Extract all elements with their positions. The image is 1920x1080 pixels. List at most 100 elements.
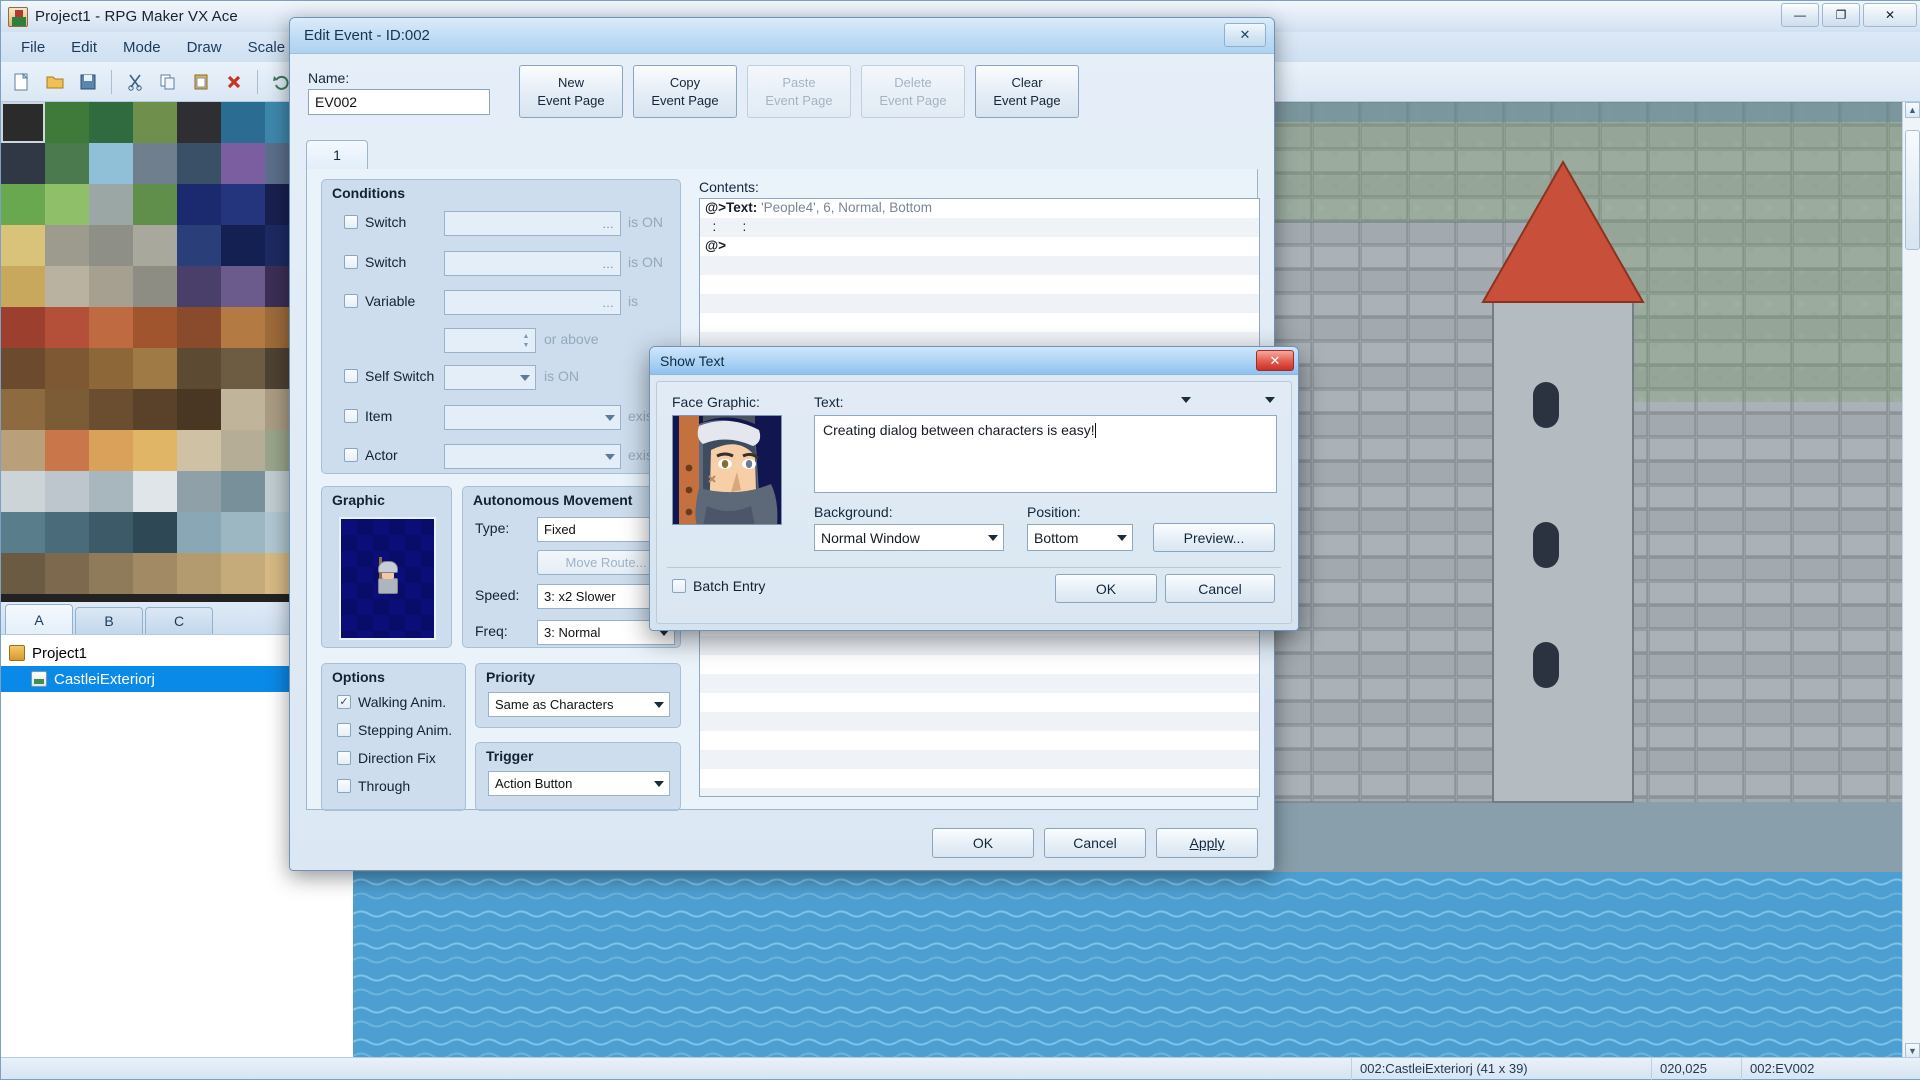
- tileset-tab-b[interactable]: B: [75, 607, 143, 634]
- tile[interactable]: [221, 471, 265, 512]
- tile[interactable]: [221, 225, 265, 266]
- tile[interactable]: [177, 553, 221, 594]
- tile[interactable]: [1, 512, 45, 553]
- close-button[interactable]: ✕: [1863, 3, 1917, 27]
- contents-line-empty[interactable]: [700, 712, 1259, 731]
- tile[interactable]: [133, 184, 177, 225]
- map-vertical-scrollbar[interactable]: ▲ ▼: [1902, 102, 1920, 1059]
- tile[interactable]: [45, 143, 89, 184]
- open-icon[interactable]: [40, 67, 70, 97]
- preview-button[interactable]: Preview...: [1153, 523, 1275, 552]
- contents-line-empty[interactable]: [700, 655, 1259, 674]
- tile[interactable]: [133, 471, 177, 512]
- tile[interactable]: [221, 143, 265, 184]
- tile[interactable]: [177, 348, 221, 389]
- condition-actor-combo[interactable]: [444, 444, 621, 469]
- edit-event-close-icon[interactable]: ✕: [1224, 23, 1266, 47]
- tile[interactable]: [1, 143, 45, 184]
- condition-variable-value-spinner[interactable]: ▲ ▼: [444, 328, 536, 353]
- condition-selfswitch-row[interactable]: Self Switch: [344, 368, 434, 384]
- chevron-down-icon[interactable]: [520, 374, 530, 381]
- priority-combo[interactable]: Same as Characters: [488, 692, 670, 717]
- tile[interactable]: [133, 389, 177, 430]
- condition-variable-row[interactable]: Variable: [344, 293, 415, 309]
- chevron-down-icon[interactable]: [654, 780, 664, 787]
- option-stepping-anim-row[interactable]: Stepping Anim.: [337, 722, 452, 738]
- save-icon[interactable]: [73, 67, 103, 97]
- new-event-page-button[interactable]: New Event Page: [519, 65, 623, 118]
- show-text-textarea[interactable]: Creating dialog between characters is ea…: [814, 415, 1277, 493]
- option-walking-anim-checkbox[interactable]: [337, 695, 351, 709]
- event-page-tab-1[interactable]: 1: [306, 140, 368, 169]
- tile[interactable]: [89, 430, 133, 471]
- menu-draw[interactable]: Draw: [175, 35, 234, 60]
- contents-line[interactable]: @>: [700, 237, 1259, 256]
- tile[interactable]: [133, 102, 177, 143]
- tile[interactable]: [45, 184, 89, 225]
- menu-file[interactable]: File: [9, 35, 57, 60]
- maximize-button[interactable]: ❐: [1822, 3, 1860, 27]
- option-through-checkbox[interactable]: [337, 779, 351, 793]
- position-combo[interactable]: Bottom: [1027, 524, 1133, 551]
- tile[interactable]: [177, 225, 221, 266]
- tile[interactable]: [45, 225, 89, 266]
- condition-item-row[interactable]: Item: [344, 408, 392, 424]
- tile[interactable]: [45, 389, 89, 430]
- chevron-down-icon[interactable]: [654, 701, 664, 708]
- background-combo[interactable]: Normal Window: [814, 524, 1004, 551]
- tile[interactable]: [1, 266, 45, 307]
- delete-icon[interactable]: [219, 67, 249, 97]
- tile[interactable]: [133, 307, 177, 348]
- copy-icon[interactable]: [153, 67, 183, 97]
- contents-line-empty[interactable]: [700, 313, 1259, 332]
- menu-edit[interactable]: Edit: [59, 35, 109, 60]
- tile[interactable]: [1, 553, 45, 594]
- contents-line-empty[interactable]: [700, 731, 1259, 750]
- tile[interactable]: [177, 430, 221, 471]
- contents-line-empty[interactable]: [700, 294, 1259, 313]
- condition-switch1-browse-icon[interactable]: …: [598, 214, 618, 233]
- condition-variable-checkbox[interactable]: [344, 294, 358, 308]
- chevron-down-icon[interactable]: [988, 534, 998, 541]
- minimize-button[interactable]: —: [1781, 3, 1819, 27]
- scroll-up-arrow[interactable]: ▲: [1905, 102, 1920, 118]
- tile[interactable]: [45, 102, 89, 143]
- contents-line-empty[interactable]: [700, 674, 1259, 693]
- tile[interactable]: [221, 512, 265, 553]
- tile[interactable]: [133, 348, 177, 389]
- option-stepping-anim-checkbox[interactable]: [337, 723, 351, 737]
- copy-event-page-button[interactable]: Copy Event Page: [633, 65, 737, 118]
- trigger-combo[interactable]: Action Button: [488, 771, 670, 796]
- batch-entry-row[interactable]: Batch Entry: [672, 578, 765, 594]
- condition-variable-browse-icon[interactable]: …: [598, 293, 618, 312]
- tile[interactable]: [45, 348, 89, 389]
- tile[interactable]: [89, 471, 133, 512]
- condition-switch1-field[interactable]: …: [444, 211, 621, 236]
- spinner-arrows-icon[interactable]: ▲ ▼: [518, 330, 534, 351]
- tile[interactable]: [89, 512, 133, 553]
- contents-line-empty[interactable]: [700, 769, 1259, 788]
- tile[interactable]: [221, 266, 265, 307]
- tile[interactable]: [89, 225, 133, 266]
- clear-event-page-button[interactable]: Clear Event Page: [975, 65, 1079, 118]
- tile[interactable]: [45, 430, 89, 471]
- tile[interactable]: [45, 553, 89, 594]
- condition-item-combo[interactable]: [444, 405, 621, 430]
- tile[interactable]: [133, 553, 177, 594]
- tile[interactable]: [177, 102, 221, 143]
- tileset-tab-a[interactable]: A: [5, 604, 73, 634]
- show-text-ok-button[interactable]: OK: [1055, 574, 1157, 603]
- tile[interactable]: [1, 430, 45, 471]
- tile[interactable]: [177, 389, 221, 430]
- tile[interactable]: [133, 225, 177, 266]
- show-text-cancel-button[interactable]: Cancel: [1165, 574, 1275, 603]
- text-tool-chevron-2-icon[interactable]: [1265, 397, 1275, 403]
- chevron-down-icon[interactable]: [605, 414, 615, 421]
- tile[interactable]: [221, 184, 265, 225]
- show-text-close-icon[interactable]: ✕: [1256, 350, 1294, 371]
- condition-switch2-field[interactable]: …: [444, 251, 621, 276]
- tile[interactable]: [221, 553, 265, 594]
- tile[interactable]: [177, 512, 221, 553]
- condition-switch2-row[interactable]: Switch: [344, 254, 406, 270]
- edit-event-cancel-button[interactable]: Cancel: [1044, 828, 1146, 858]
